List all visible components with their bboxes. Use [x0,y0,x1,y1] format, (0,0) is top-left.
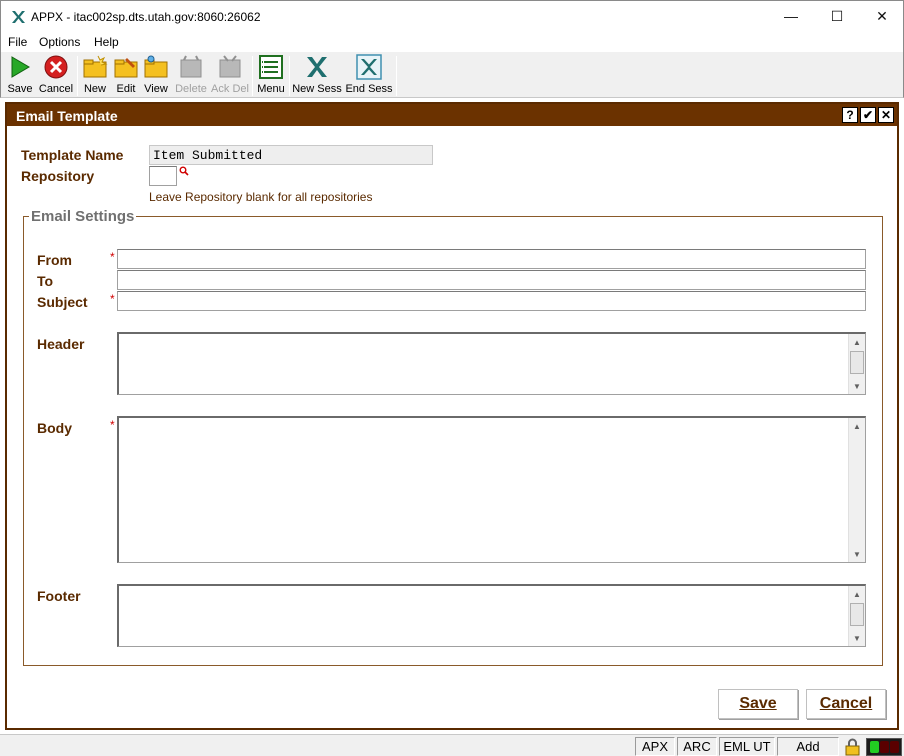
view-folder-icon [144,55,168,78]
to-label: To [37,273,54,289]
dialog-help-button[interactable]: ? [842,107,858,123]
toolbar-edit-button[interactable]: Edit [112,54,140,96]
dialog-header: Email Template ? ✔ ✕ [7,104,897,126]
dialog-close-button[interactable]: ✕ [878,107,894,123]
window-title: APPX - itac002sp.dts.utah.gov:8060:26062 [31,10,261,24]
footer-textarea[interactable]: ▲ ▼ [117,584,866,647]
new-folder-icon [83,55,108,78]
toolbar-ack-del-button[interactable]: Ack Del [211,54,249,96]
menu-options[interactable]: Options [39,35,80,49]
lock-icon [845,738,860,756]
menu-list-icon [259,55,283,79]
to-field[interactable] [117,270,866,290]
subject-field[interactable] [117,291,866,311]
body-label: Body [37,420,72,436]
status-database: ARC [677,737,717,756]
repository-hint: Leave Repository blank for all repositor… [149,190,373,204]
subject-required-mark: * [110,292,115,306]
save-play-icon [11,56,30,78]
appx-logo-icon [12,11,25,23]
menu-bar: File Options Help [0,32,904,52]
scroll-down-icon[interactable]: ▼ [849,630,865,646]
template-name-label: Template Name [21,147,124,163]
status-app: APX [635,737,675,756]
scroll-thumb[interactable] [850,351,864,374]
maximize-button[interactable]: ☐ [814,1,860,31]
scroll-thumb[interactable] [850,603,864,626]
from-field[interactable] [117,249,866,269]
header-scrollbar[interactable]: ▲ ▼ [848,334,865,394]
repository-lookup-icon[interactable] [179,166,189,176]
toolbar-save-button[interactable]: Save [6,54,34,96]
subject-label: Subject [37,294,88,310]
ack-delete-icon [219,55,241,78]
menu-file[interactable]: File [8,35,27,49]
body-required-mark: * [110,418,115,432]
body-textarea[interactable]: ▲ ▼ [117,416,866,563]
toolbar: Save Cancel New Edit View Delete Ack Del… [0,52,904,98]
header-textarea[interactable]: ▲ ▼ [117,332,866,395]
end-session-icon [356,54,382,80]
from-required-mark: * [110,250,115,264]
delete-icon [180,55,202,78]
led-red-1 [879,741,889,753]
template-name-field[interactable]: Item Submitted [149,145,433,165]
body-scrollbar[interactable]: ▲ ▼ [848,418,865,562]
toolbar-new-sess-button[interactable]: New Sess [292,54,342,96]
toolbar-delete-button[interactable]: Delete [173,54,209,96]
status-mode: Add [777,737,839,756]
scroll-up-icon[interactable]: ▲ [849,334,865,350]
status-process: EML UT [719,737,775,756]
scroll-up-icon[interactable]: ▲ [849,586,865,602]
repository-label: Repository [21,168,95,184]
status-bar: APX ARC EML UT Add [0,734,904,756]
window-title-bar: APPX - itac002sp.dts.utah.gov:8060:26062… [0,0,904,32]
repository-field[interactable] [149,166,177,186]
dialog-title: Email Template [16,108,118,124]
email-settings-legend: Email Settings [29,208,137,225]
scroll-down-icon[interactable]: ▼ [849,546,865,562]
footer-label: Footer [37,588,81,604]
scroll-down-icon[interactable]: ▼ [849,378,865,394]
led-green [869,741,879,753]
cancel-button[interactable]: Cancel [806,689,886,719]
toolbar-new-button[interactable]: New [81,54,109,96]
toolbar-end-sess-button[interactable]: End Sess [345,54,393,96]
toolbar-view-button[interactable]: View [142,54,170,96]
close-window-button[interactable]: ✕ [859,1,904,31]
new-session-icon [307,57,327,77]
header-label: Header [37,336,85,352]
toolbar-menu-button[interactable]: Menu [256,54,286,96]
menu-help[interactable]: Help [94,35,119,49]
save-button[interactable]: Save [718,689,798,719]
activity-indicator [866,738,902,756]
minimize-button[interactable]: — [768,1,814,31]
email-template-dialog: Email Template ? ✔ ✕ Template Name Item … [5,102,899,730]
from-label: From [37,252,72,268]
dialog-ok-button[interactable]: ✔ [860,107,876,123]
cancel-icon [44,55,68,79]
edit-folder-icon [114,58,138,78]
footer-scrollbar[interactable]: ▲ ▼ [848,586,865,646]
scroll-up-icon[interactable]: ▲ [849,418,865,434]
led-red-2 [889,741,899,753]
toolbar-cancel-button[interactable]: Cancel [38,54,74,96]
